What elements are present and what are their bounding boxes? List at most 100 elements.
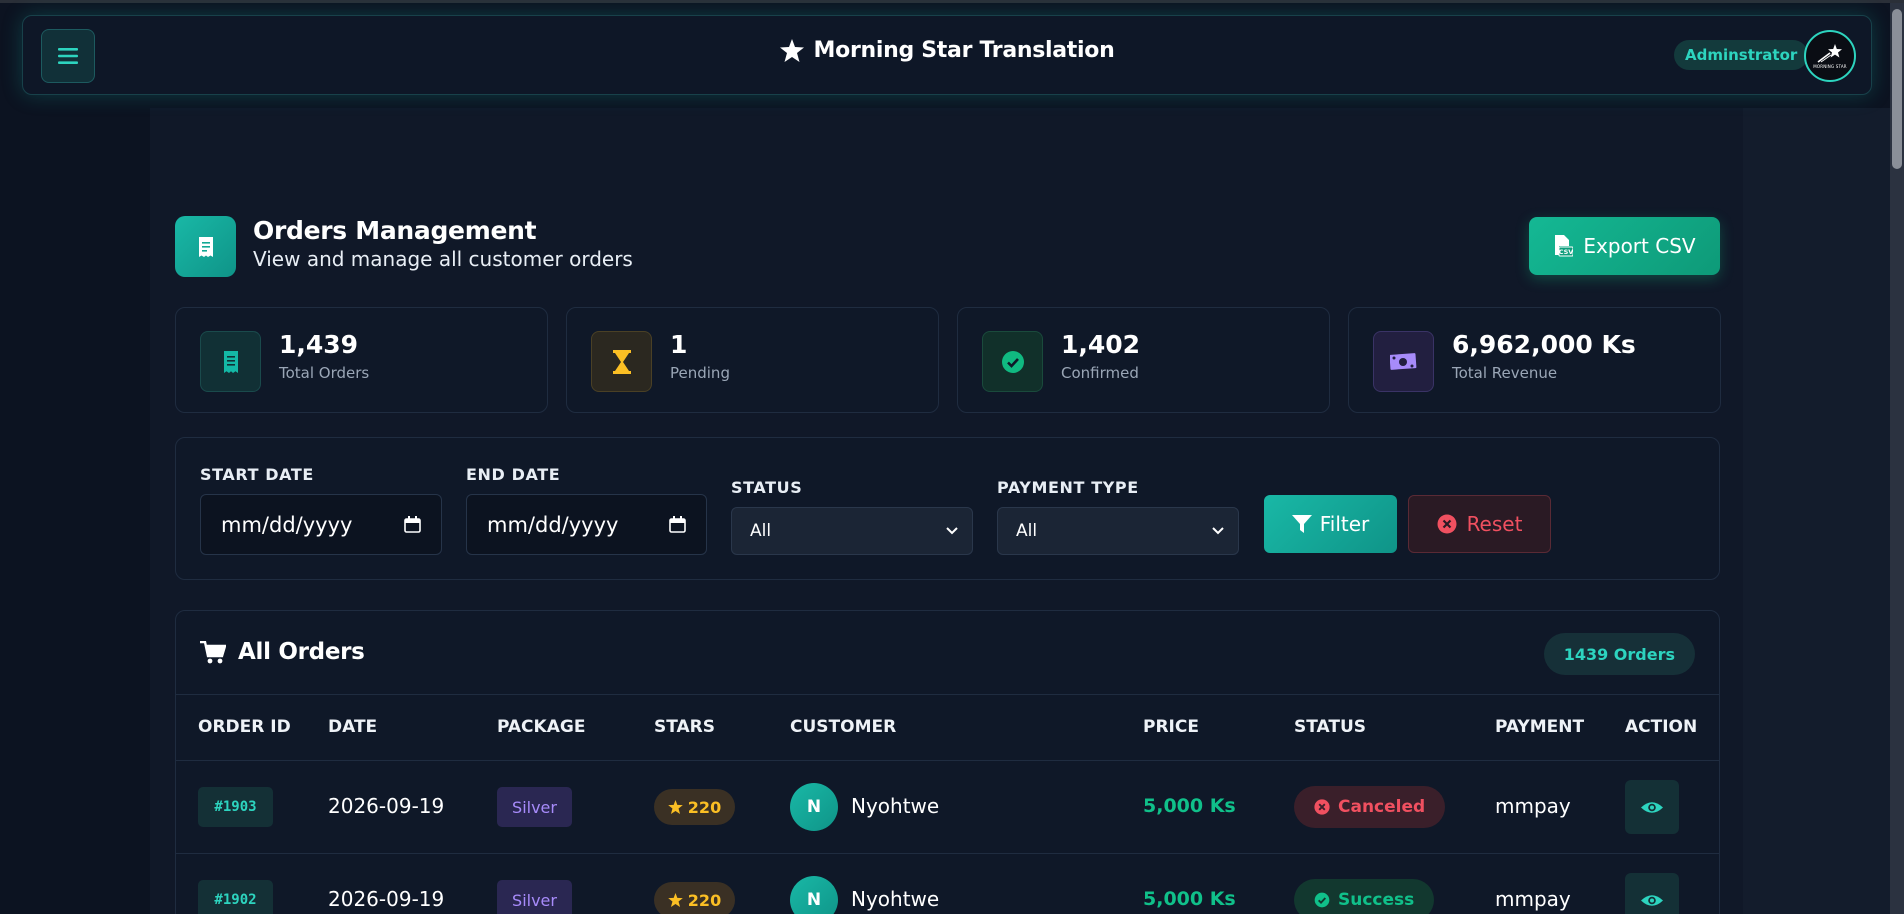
profile-avatar[interactable]: MORNING STAR (1804, 30, 1856, 82)
payment-type-select[interactable]: All (997, 507, 1239, 555)
status-text: Canceled (1338, 797, 1426, 817)
export-csv-label: Export CSV (1583, 234, 1696, 258)
column-header-payment[interactable]: PAYMENT (1495, 717, 1584, 737)
logo-text: MORNING STAR (1813, 64, 1847, 69)
view-order-button[interactable] (1625, 873, 1679, 914)
start-date-value: mm/dd/yyyy (221, 512, 353, 537)
page-title: Orders Management (253, 216, 537, 245)
check-circle-icon (1314, 892, 1330, 908)
column-header-stars[interactable]: STARS (654, 717, 715, 737)
customer-avatar: N (790, 876, 838, 914)
stat-value: 6,962,000 Ks (1452, 330, 1636, 359)
brand-title: Morning Star Translation (813, 38, 1115, 63)
eye-icon (1641, 801, 1663, 813)
column-header-date[interactable]: DATE (328, 717, 377, 737)
stat-card-total-revenue: 6,962,000 Ks Total Revenue (1348, 307, 1721, 413)
column-header-order-id[interactable]: ORDER ID (198, 717, 291, 737)
stars-badge: 220 (654, 882, 735, 914)
receipt-icon (200, 331, 261, 392)
status-select[interactable]: All (731, 507, 973, 555)
cart-icon (200, 641, 226, 664)
end-date-label: END DATE (466, 465, 561, 484)
customer-name: Nyohtwe (851, 887, 940, 911)
right-gutter (1743, 108, 1904, 914)
package-badge: Silver (497, 880, 572, 914)
row-divider (176, 853, 1719, 854)
payment-select-value: All (1016, 521, 1038, 541)
order-price: 5,000 Ks (1143, 888, 1236, 910)
reset-button[interactable]: Reset (1408, 495, 1551, 553)
stat-card-pending: 1 Pending (566, 307, 939, 413)
export-csv-button[interactable]: CSV Export CSV (1529, 217, 1720, 275)
money-icon (1373, 331, 1434, 392)
calendar-icon (404, 516, 421, 533)
status-select-value: All (750, 521, 772, 541)
customer-name: Nyohtwe (851, 794, 940, 818)
start-date-label: START DATE (200, 465, 314, 484)
receipt-icon (198, 236, 213, 257)
role-badge: Adminstrator (1674, 40, 1809, 70)
stat-value: 1,439 (279, 330, 359, 359)
calendar-icon (669, 516, 686, 533)
column-header-package[interactable]: PACKAGE (497, 717, 585, 737)
stat-label: Confirmed (1061, 364, 1139, 382)
x-circle-icon (1314, 799, 1330, 815)
top-navbar: Morning Star Translation Adminstrator MO… (22, 15, 1872, 95)
stars-badge: 220 (654, 789, 735, 825)
funnel-icon (1291, 515, 1312, 533)
x-circle-icon (1437, 514, 1457, 534)
orders-title: All Orders (238, 639, 365, 665)
brand[interactable]: Morning Star Translation (23, 38, 1871, 63)
payment-type-label: PAYMENT TYPE (997, 478, 1139, 497)
end-date-value: mm/dd/yyyy (487, 512, 619, 537)
stars-value: 220 (687, 797, 722, 817)
column-header-customer[interactable]: CUSTOMER (790, 717, 896, 737)
scrollbar-thumb[interactable] (1892, 9, 1902, 169)
column-header-action: ACTION (1625, 717, 1698, 737)
page-scrollbar[interactable] (1890, 3, 1904, 914)
orders-page-icon (175, 216, 236, 277)
filter-button-label: Filter (1319, 512, 1370, 536)
order-id-badge[interactable]: #1902 (198, 880, 273, 914)
status-badge-success: Success (1294, 879, 1435, 914)
stat-label: Pending (670, 364, 730, 382)
status-text: Success (1338, 890, 1415, 910)
orders-table-panel: All Orders 1439 Orders ORDER ID DATE PAC… (175, 610, 1720, 914)
order-date: 2026-09-19 (328, 794, 445, 818)
window-top-strip (0, 0, 1904, 3)
hourglass-icon (591, 331, 652, 392)
order-date: 2026-09-19 (328, 887, 445, 911)
stars-value: 220 (687, 890, 722, 910)
order-id-badge[interactable]: #1903 (198, 787, 273, 827)
table-header-divider (176, 760, 1719, 761)
reset-button-label: Reset (1466, 512, 1523, 536)
eye-icon (1641, 894, 1663, 906)
shooting-star-logo-icon (1817, 44, 1842, 63)
star-icon (779, 39, 804, 62)
stat-card-total-orders: 1,439 Total Orders (175, 307, 548, 413)
star-icon (667, 800, 683, 814)
chevron-down-icon (1212, 527, 1224, 535)
order-price: 5,000 Ks (1143, 795, 1236, 817)
svg-text:CSV: CSV (1559, 248, 1573, 256)
payment-method: mmpay (1495, 794, 1571, 818)
orders-panel-header: All Orders 1439 Orders (176, 611, 1719, 695)
column-header-status[interactable]: STATUS (1294, 717, 1366, 737)
page-subtitle: View and manage all customer orders (253, 247, 633, 271)
stat-value: 1,402 (1061, 330, 1141, 359)
column-header-price[interactable]: PRICE (1143, 717, 1199, 737)
stat-card-confirmed: 1,402 Confirmed (957, 307, 1330, 413)
end-date-input[interactable]: mm/dd/yyyy (466, 494, 707, 555)
filter-button[interactable]: Filter (1264, 495, 1397, 553)
start-date-input[interactable]: mm/dd/yyyy (200, 494, 442, 555)
stat-label: Total Revenue (1452, 364, 1558, 382)
package-badge: Silver (497, 787, 572, 827)
csv-file-icon: CSV (1555, 235, 1574, 257)
star-icon (667, 893, 683, 907)
status-filter-label: STATUS (731, 478, 803, 497)
status-badge-canceled: Canceled (1294, 786, 1446, 828)
view-order-button[interactable] (1625, 780, 1679, 834)
check-circle-icon (982, 331, 1043, 392)
orders-count-badge: 1439 Orders (1543, 633, 1695, 675)
chevron-down-icon (946, 527, 958, 535)
